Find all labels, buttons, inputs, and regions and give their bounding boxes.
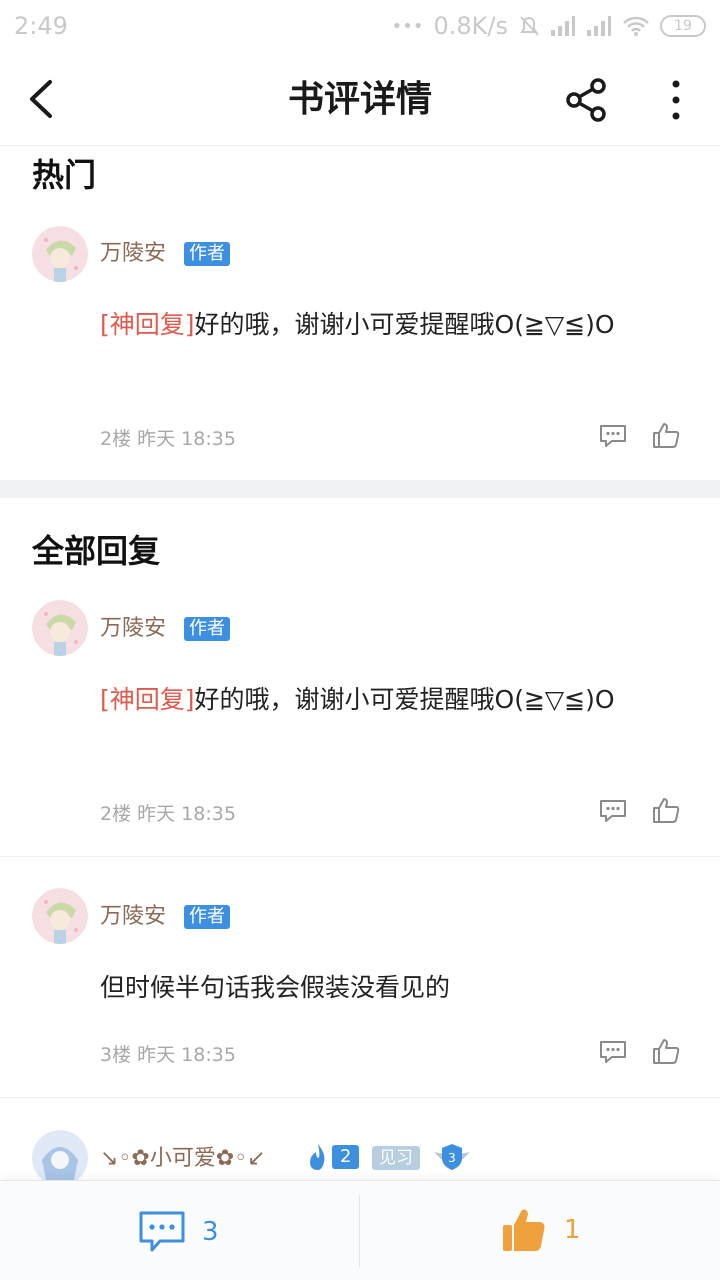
- fans-level-number: 2: [332, 1145, 360, 1169]
- network-speed: 0.8K/s: [433, 12, 509, 40]
- bottom-bar-divider: [359, 1195, 360, 1267]
- comment-count-button[interactable]: 3: [138, 1205, 248, 1257]
- comment-body: 但时候半句话我会假装没看见的: [100, 973, 451, 1002]
- reply-button[interactable]: [598, 423, 628, 449]
- thumbs-up-icon: [653, 798, 680, 823]
- shield-level-number: 3: [448, 1151, 456, 1165]
- mute-bell-icon: [520, 16, 539, 36]
- comment-time: 昨天 18:35: [137, 428, 236, 450]
- signal-icon-2: [587, 16, 611, 36]
- battery-indicator: 19: [660, 15, 706, 37]
- comment-meta: 2楼 昨天 18:35: [100, 424, 236, 451]
- comment-divider: [0, 1097, 720, 1098]
- like-button[interactable]: [652, 796, 680, 824]
- author-badge: 作者: [184, 242, 230, 266]
- like-button[interactable]: [652, 421, 680, 449]
- comment-bubble-icon: [139, 1211, 185, 1252]
- status-bar: 2:49 ••• 0.8K/s 19: [0, 0, 720, 52]
- avatar[interactable]: [32, 1130, 88, 1186]
- comment-meta: 3楼 昨天 18:35: [100, 1040, 236, 1067]
- like-button[interactable]: [652, 1037, 680, 1065]
- wifi-icon: [623, 16, 649, 36]
- more-vertical-icon: [672, 80, 680, 120]
- app-header: 书评详情: [0, 52, 720, 146]
- comment-meta: 2楼 昨天 18:35: [100, 799, 236, 826]
- status-dots: •••: [391, 15, 424, 37]
- reply-button[interactable]: [598, 798, 628, 824]
- author-badge: 作者: [184, 905, 230, 929]
- avatar-image: [32, 888, 88, 944]
- username[interactable]: 万陵安: [100, 614, 166, 644]
- god-reply-tag: [神回复]: [100, 310, 195, 339]
- avatar-image: [32, 1130, 88, 1186]
- reply-button[interactable]: [598, 1039, 628, 1065]
- section-separator: [0, 480, 720, 498]
- comment-text[interactable]: 但时候半句话我会假装没看见的: [100, 965, 690, 1011]
- avatar-image: [32, 226, 88, 282]
- avatar[interactable]: [32, 888, 88, 944]
- comment-text[interactable]: [神回复]好的哦，谢谢小可爱提醒哦O(≧▽≦)O: [100, 302, 690, 348]
- thumbs-up-filled-icon: [503, 1209, 545, 1251]
- floor-number: 2楼: [100, 803, 132, 825]
- all-replies-section-title: 全部回复: [32, 532, 161, 570]
- comment-bubble-icon: [600, 1041, 626, 1063]
- share-button[interactable]: [564, 78, 612, 122]
- status-icons: ••• 0.8K/s 19: [392, 12, 706, 40]
- floor-number: 3楼: [100, 1044, 132, 1066]
- comment-body: 好的哦，谢谢小可爱提醒哦O(≧▽≦)O: [194, 310, 615, 339]
- like-count-button[interactable]: 1: [500, 1203, 590, 1257]
- avatar[interactable]: [32, 600, 88, 656]
- username[interactable]: ↘◦✿小可爱✿◦↙: [100, 1144, 266, 1174]
- floor-number: 2楼: [100, 428, 132, 450]
- signal-icon: [551, 16, 575, 36]
- god-reply-tag: [神回复]: [100, 685, 195, 714]
- bottom-action-bar: 3 1: [0, 1180, 720, 1280]
- comment-divider: [0, 856, 720, 857]
- avatar-image: [32, 600, 88, 656]
- comment-time: 昨天 18:35: [137, 803, 236, 825]
- fans-level-badge: 2: [306, 1142, 360, 1172]
- like-count: 1: [564, 1215, 581, 1245]
- username[interactable]: 万陵安: [100, 239, 166, 269]
- share-icon: [566, 78, 606, 122]
- more-options-button[interactable]: [660, 78, 692, 122]
- avatar[interactable]: [32, 226, 88, 282]
- comment-bubble-icon: [600, 425, 626, 447]
- comment-count: 3: [202, 1217, 219, 1247]
- hot-section-title: 热门: [32, 156, 97, 194]
- book-review-detail-screen: 2:49 ••• 0.8K/s 19 书评详情 热门 万陵安 作者 [神回复]好…: [0, 0, 720, 1280]
- comment-time: 昨天 18:35: [137, 1044, 236, 1066]
- comment-bubble-icon: [600, 800, 626, 822]
- flame-icon: [310, 1144, 325, 1170]
- status-time: 2:49: [14, 12, 68, 40]
- comment-body: 好的哦，谢谢小可爱提醒哦O(≧▽≦)O: [194, 685, 615, 714]
- username[interactable]: 万陵安: [100, 902, 166, 932]
- author-badge: 作者: [184, 617, 230, 641]
- shield-badge: 3: [432, 1142, 472, 1172]
- page-title: 书评详情: [287, 78, 432, 120]
- thumbs-up-icon: [653, 423, 680, 448]
- winged-shield-icon: 3: [434, 1144, 470, 1170]
- comment-text[interactable]: [神回复]好的哦，谢谢小可爱提醒哦O(≧▽≦)O: [100, 677, 690, 723]
- thumbs-up-icon: [653, 1039, 680, 1064]
- level-title-badge: 见习: [372, 1146, 420, 1170]
